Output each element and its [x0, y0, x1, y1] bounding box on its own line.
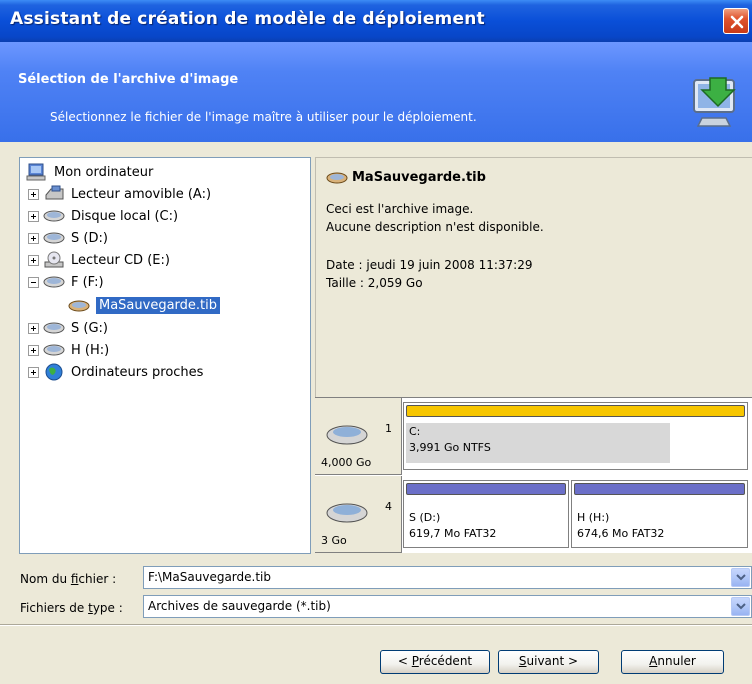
deployment-monitor-icon — [693, 77, 736, 127]
partition-bar — [406, 405, 745, 417]
tree-item-network[interactable]: Ordinateurs proches — [28, 361, 203, 383]
partition-detail: 619,7 Mo FAT32 — [409, 527, 497, 540]
expand-icon[interactable] — [28, 344, 39, 356]
disk-row: 1 4,000 Go C: 3,991 Go NTFS — [315, 398, 752, 475]
tree-item-my-computer[interactable]: Mon ordinateur — [26, 161, 153, 183]
hard-drive-icon — [43, 232, 65, 244]
hard-drive-icon — [43, 322, 65, 334]
tree-item-label: Disque local (C:) — [71, 208, 179, 224]
archive-desc-line1: Ceci est l'archive image. — [326, 202, 474, 216]
hard-drive-icon — [43, 276, 65, 288]
archive-date: Date : jeudi 19 juin 2008 11:37:29 — [326, 258, 533, 272]
tree-item-cd-e[interactable]: Lecteur CD (E:) — [28, 249, 170, 271]
tree-item-h-h[interactable]: H (H:) — [28, 339, 109, 361]
disk-info: 4 3 Go — [315, 476, 402, 553]
disk-icon — [326, 425, 368, 445]
close-button[interactable] — [723, 8, 749, 34]
disk-size: 3 Go — [321, 534, 347, 547]
chevron-down-icon — [736, 574, 746, 581]
tree-item-s-d[interactable]: S (D:) — [28, 227, 108, 249]
floppy-drive-icon — [45, 185, 64, 200]
partition-detail: 674,6 Mo FAT32 — [577, 527, 665, 540]
chevron-down-icon — [736, 603, 746, 610]
tree-item-label: Ordinateurs proches — [71, 364, 204, 380]
partition[interactable]: C: 3,991 Go NTFS — [403, 402, 748, 470]
partition-label: C: — [409, 425, 421, 438]
expand-icon[interactable] — [28, 322, 39, 334]
partition[interactable]: H (H:) 674,6 Mo FAT32 — [571, 480, 748, 548]
tree-item-s-g[interactable]: S (G:) — [28, 317, 108, 339]
window-title: Assistant de création de modèle de déplo… — [10, 9, 485, 29]
archive-desc-line2: Aucune description n'est disponible. — [326, 220, 544, 234]
tree-item-archive[interactable]: MaSauvegarde.tib — [68, 294, 221, 316]
disk-number: 4 — [385, 500, 392, 513]
partition-label: S (D:) — [409, 511, 441, 524]
folder-tree[interactable]: Mon ordinateur Lecteur amovible (A:) Dis… — [19, 157, 311, 554]
disk-info: 1 4,000 Go — [315, 398, 402, 475]
close-icon — [730, 15, 744, 29]
tree-item-label: Mon ordinateur — [54, 164, 154, 180]
collapse-icon[interactable] — [28, 276, 39, 288]
partition-bar — [574, 483, 745, 495]
expand-icon[interactable] — [28, 366, 39, 378]
tree-item-label: Lecteur CD (E:) — [71, 252, 170, 268]
expand-icon[interactable] — [28, 232, 39, 244]
expand-icon[interactable] — [28, 188, 39, 200]
tree-item-label: MaSauvegarde.tib — [96, 296, 221, 314]
back-button[interactable]: < Précédent — [380, 650, 490, 674]
disk-layout: 1 4,000 Go C: 3,991 Go NTFS 4 3 Go S (D:… — [315, 397, 752, 553]
filename-dropdown-button[interactable] — [731, 568, 750, 587]
header-title: Sélection de l'archive d'image — [18, 72, 239, 87]
tree-item-removable-a[interactable]: Lecteur amovible (A:) — [28, 183, 211, 205]
filename-combobox[interactable]: F:\MaSauvegarde.tib — [143, 566, 752, 589]
hard-drive-icon — [43, 344, 65, 356]
filetype-value: Archives de sauvegarde (*.tib) — [148, 599, 331, 613]
tree-item-label: F (F:) — [71, 274, 104, 290]
filename-label: Nom du fichier : — [20, 572, 117, 586]
next-button[interactable]: Suivant > — [498, 650, 599, 674]
hard-drive-icon — [43, 210, 65, 222]
partition-detail: 3,991 Go NTFS — [409, 441, 491, 454]
wizard-header: Sélection de l'archive d'image Sélection… — [0, 42, 752, 142]
disk-icon — [326, 503, 368, 523]
disk-row: 4 3 Go S (D:) 619,7 Mo FAT32 H (H:) 674,… — [315, 476, 752, 553]
partition-label: H (H:) — [577, 511, 610, 524]
header-subtitle: Sélectionnez le fichier de l'image maîtr… — [50, 110, 477, 124]
tree-item-local-disk-c[interactable]: Disque local (C:) — [28, 205, 178, 227]
archive-size: Taille : 2,059 Go — [326, 276, 423, 290]
cancel-button[interactable]: Annuler — [621, 650, 724, 674]
filetype-label: Fichiers de type : — [20, 601, 123, 615]
filetype-combobox[interactable]: Archives de sauvegarde (*.tib) — [143, 595, 752, 618]
archive-icon — [326, 172, 348, 184]
cd-drive-icon — [44, 251, 64, 268]
tree-item-label: H (H:) — [71, 342, 110, 358]
expand-icon[interactable] — [28, 210, 39, 222]
tree-item-f-f[interactable]: F (F:) — [28, 271, 104, 293]
partition-bar — [406, 483, 566, 495]
disk-number: 1 — [385, 422, 392, 435]
tree-item-label: S (D:) — [71, 230, 108, 246]
partition[interactable]: S (D:) 619,7 Mo FAT32 — [403, 480, 569, 548]
filename-value: F:\MaSauvegarde.tib — [148, 570, 271, 584]
filetype-dropdown-button[interactable] — [731, 597, 750, 616]
archive-name-text: MaSauvegarde.tib — [352, 169, 486, 185]
disk-size: 4,000 Go — [321, 456, 372, 469]
archive-icon — [68, 300, 90, 312]
wizard-window: Assistant de création de modèle de déplo… — [0, 0, 752, 684]
archive-name: MaSauvegarde.tib — [326, 168, 486, 186]
tree-item-label: S (G:) — [71, 320, 108, 336]
tree-item-label: Lecteur amovible (A:) — [71, 186, 212, 202]
title-bar[interactable]: Assistant de création de modèle de déplo… — [0, 0, 752, 42]
computer-icon — [26, 163, 46, 181]
expand-icon[interactable] — [28, 254, 39, 266]
network-globe-icon — [45, 363, 63, 381]
separator — [0, 624, 752, 626]
